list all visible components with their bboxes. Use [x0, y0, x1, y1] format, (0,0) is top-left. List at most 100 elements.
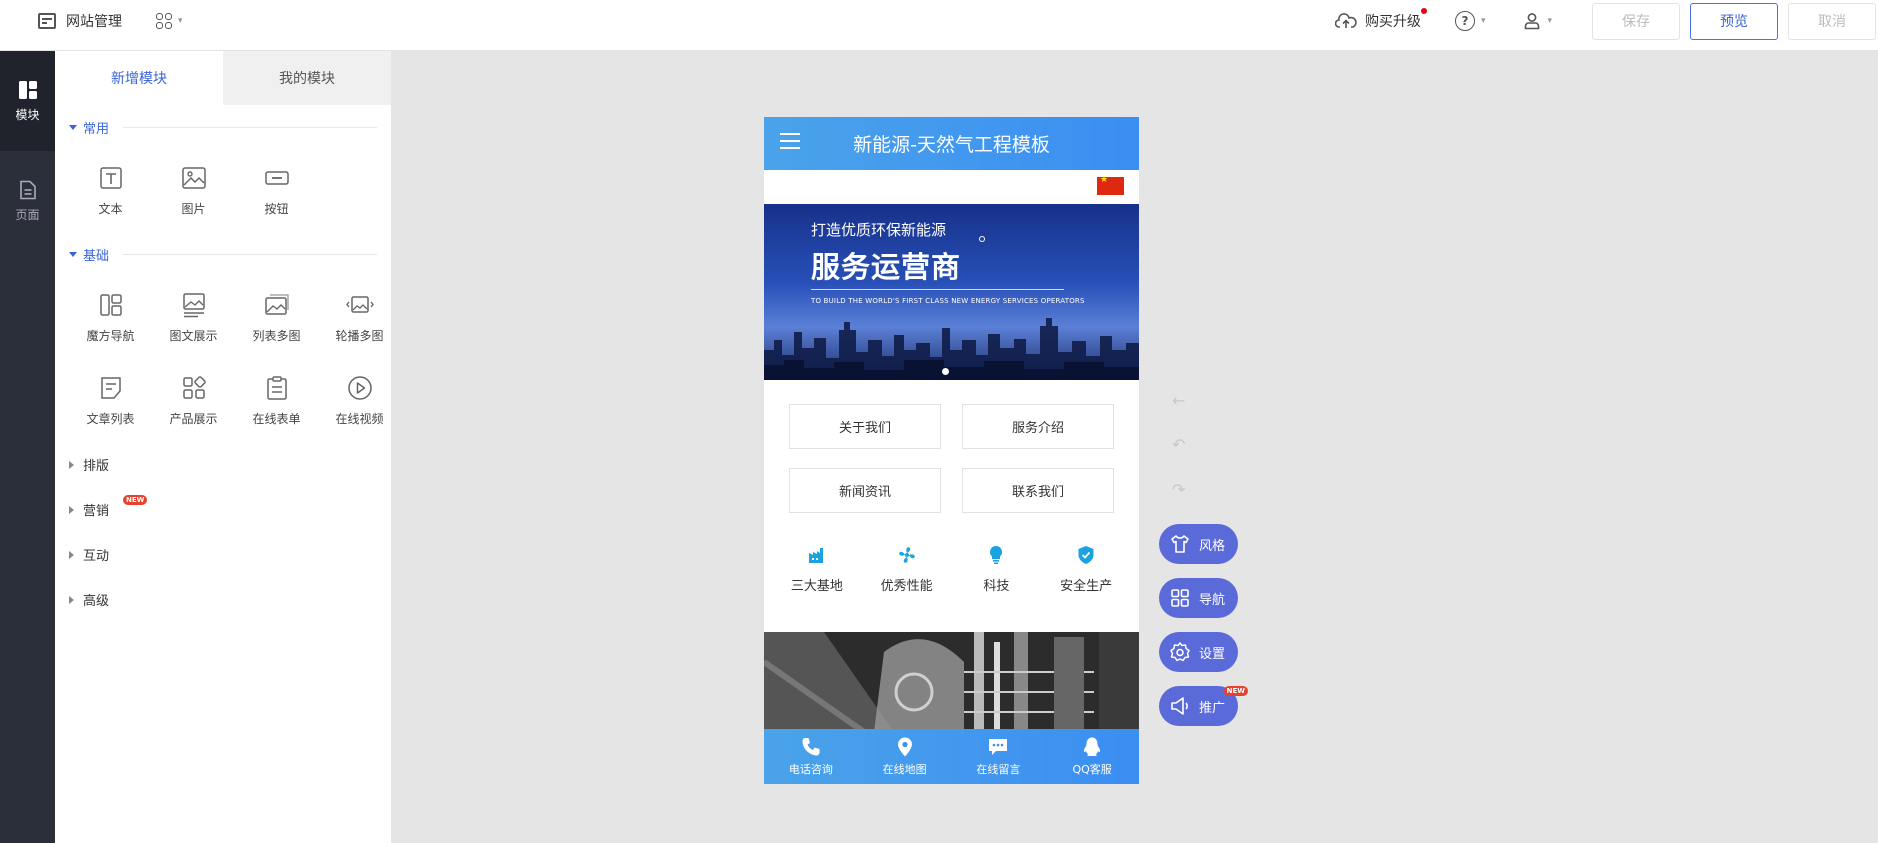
apps-grid-icon	[156, 13, 172, 29]
pill-label: 设置	[1199, 646, 1226, 662]
menu-icon[interactable]	[780, 133, 800, 154]
section-title: 排版	[83, 459, 110, 474]
tab-my-modules[interactable]: 我的模块	[223, 51, 391, 105]
top-bar: 网站管理 ▾ 购买升级 ? ▾ ▾ 保存 预览 取消	[0, 0, 1878, 51]
feature-label: 科技	[983, 579, 1010, 594]
banner[interactable]: 打造优质环保新能源 服务运营商 TO BUILD THE WORLD'S FIR…	[764, 204, 1139, 380]
list-images-icon	[263, 291, 291, 319]
lightbulb-icon	[986, 545, 1006, 565]
module-online-form[interactable]: 在线表单	[235, 359, 318, 442]
module-panel: 新增模块 我的模块 常用 文本 图片 按钮 基础 魔方导航 图文展示 列表多图 …	[55, 51, 391, 843]
section-title: 高级	[83, 594, 110, 609]
module-text[interactable]: 文本	[69, 149, 152, 232]
nav-button-row: 关于我们 服务介绍	[764, 404, 1139, 449]
divider	[123, 126, 377, 128]
footer-qq[interactable]: QQ客服	[1045, 729, 1139, 784]
section-interaction[interactable]: 互动	[55, 532, 391, 577]
article-list-icon	[97, 374, 125, 402]
qq-icon	[1081, 736, 1103, 758]
panel-tabs: 新增模块 我的模块	[55, 51, 391, 105]
settings-button[interactable]: 设置	[1159, 632, 1238, 672]
left-rail: 模块 页面	[0, 51, 55, 843]
module-label: 文本	[98, 202, 123, 216]
module-button[interactable]: 按钮	[235, 149, 318, 232]
module-list-images[interactable]: 列表多图	[235, 276, 318, 359]
services-button[interactable]: 服务介绍	[962, 404, 1114, 449]
section-common[interactable]: 常用	[55, 105, 391, 149]
rail-item-label: 模块	[15, 107, 40, 122]
module-label: 魔方导航	[86, 329, 135, 343]
module-label: 在线视频	[335, 412, 384, 426]
phone-preview[interactable]: 新能源-天然气工程模板 打造优质环保新能源 服务运营商 TO BUILD THE…	[764, 117, 1139, 784]
save-button[interactable]: 保存	[1592, 2, 1680, 40]
navigation-button[interactable]: 导航	[1159, 578, 1238, 618]
section-advanced[interactable]: 高级	[55, 577, 391, 622]
text-icon	[97, 164, 125, 192]
module-image-text[interactable]: 图文展示	[152, 276, 235, 359]
promote-button[interactable]: 推广 NEW	[1159, 686, 1248, 726]
news-button[interactable]: 新闻资讯	[789, 468, 941, 513]
feature-performance[interactable]: 优秀性能	[862, 545, 952, 594]
chevron-down-icon: ▾	[178, 16, 183, 26]
contact-us-button[interactable]: 联系我们	[962, 468, 1114, 513]
feature-label: 三大基地	[790, 579, 843, 594]
cancel-button[interactable]: 取消	[1788, 2, 1876, 40]
feature-technology[interactable]: 科技	[952, 545, 1042, 594]
buy-upgrade-button[interactable]: 购买升级	[1334, 8, 1427, 31]
back-arrow-icon[interactable]: ←	[1172, 391, 1185, 410]
caret-down-icon	[69, 251, 77, 257]
common-items: 文本 图片 按钮	[55, 149, 391, 232]
undo-icon[interactable]: ↶	[1172, 435, 1185, 454]
help-menu[interactable]: ? ▾	[1454, 11, 1486, 31]
section-layout[interactable]: 排版	[55, 442, 391, 487]
footer-phone[interactable]: 电话咨询	[764, 729, 858, 784]
decor-ring	[979, 236, 985, 242]
user-menu[interactable]: ▾	[1523, 12, 1552, 30]
module-cube-nav[interactable]: 魔方导航	[69, 276, 152, 359]
product-icon	[180, 374, 208, 402]
module-image[interactable]: 图片	[152, 149, 235, 232]
feature-safety[interactable]: 安全生产	[1041, 545, 1131, 594]
caret-down-icon	[69, 124, 77, 130]
phone-header: 新能源-天然气工程模板	[764, 117, 1139, 170]
banner-line-3: TO BUILD THE WORLD'S FIRST CLASS NEW ENE…	[811, 297, 1085, 305]
site-management-icon	[38, 13, 56, 29]
feature-label: 优秀性能	[880, 579, 933, 594]
feature-bases[interactable]: 三大基地	[772, 545, 862, 594]
carousel-dot[interactable]	[942, 368, 949, 375]
redo-icon[interactable]: ↷	[1172, 480, 1185, 499]
section-basic[interactable]: 基础	[55, 232, 391, 276]
footer-message[interactable]: 在线留言	[952, 729, 1046, 784]
feature-label: 安全生产	[1060, 579, 1113, 594]
top-actions: 购买升级 ? ▾ ▾ 保存 预览 取消	[1334, 0, 1878, 42]
about-us-button[interactable]: 关于我们	[789, 404, 941, 449]
city-skyline-image	[764, 318, 1139, 380]
footer-map[interactable]: 在线地图	[858, 729, 952, 784]
buy-upgrade-label: 购买升级	[1364, 14, 1421, 30]
module-article-list[interactable]: 文章列表	[69, 359, 152, 442]
shield-check-icon	[1076, 545, 1096, 565]
module-label: 在线表单	[252, 412, 301, 426]
china-flag-icon[interactable]	[1097, 175, 1124, 195]
section-marketing[interactable]: 营销 NEW	[55, 487, 391, 532]
site-management[interactable]: 网站管理 ▾	[38, 0, 183, 42]
shirt-icon	[1169, 533, 1191, 555]
chevron-down-icon: ▾	[1547, 16, 1552, 26]
module-product[interactable]: 产品展示	[152, 359, 235, 442]
rail-item-pages[interactable]: 页面	[0, 151, 55, 251]
rail-item-modules[interactable]: 模块	[0, 51, 55, 151]
style-button[interactable]: 风格	[1159, 524, 1238, 564]
preview-button[interactable]: 预览	[1690, 2, 1778, 40]
map-pin-icon	[894, 736, 916, 758]
module-label: 图文展示	[169, 329, 218, 343]
module-label: 轮播多图	[335, 329, 384, 343]
user-icon	[1525, 13, 1540, 30]
image-icon	[180, 164, 208, 192]
chevron-down-icon: ▾	[1480, 16, 1486, 26]
language-row	[764, 170, 1139, 204]
module-online-video[interactable]: 在线视频	[318, 359, 401, 442]
apps-menu[interactable]: ▾	[156, 13, 183, 29]
module-carousel[interactable]: 轮播多图	[318, 276, 401, 359]
factory-image	[764, 632, 1139, 732]
tab-new-modules[interactable]: 新增模块	[55, 51, 223, 105]
